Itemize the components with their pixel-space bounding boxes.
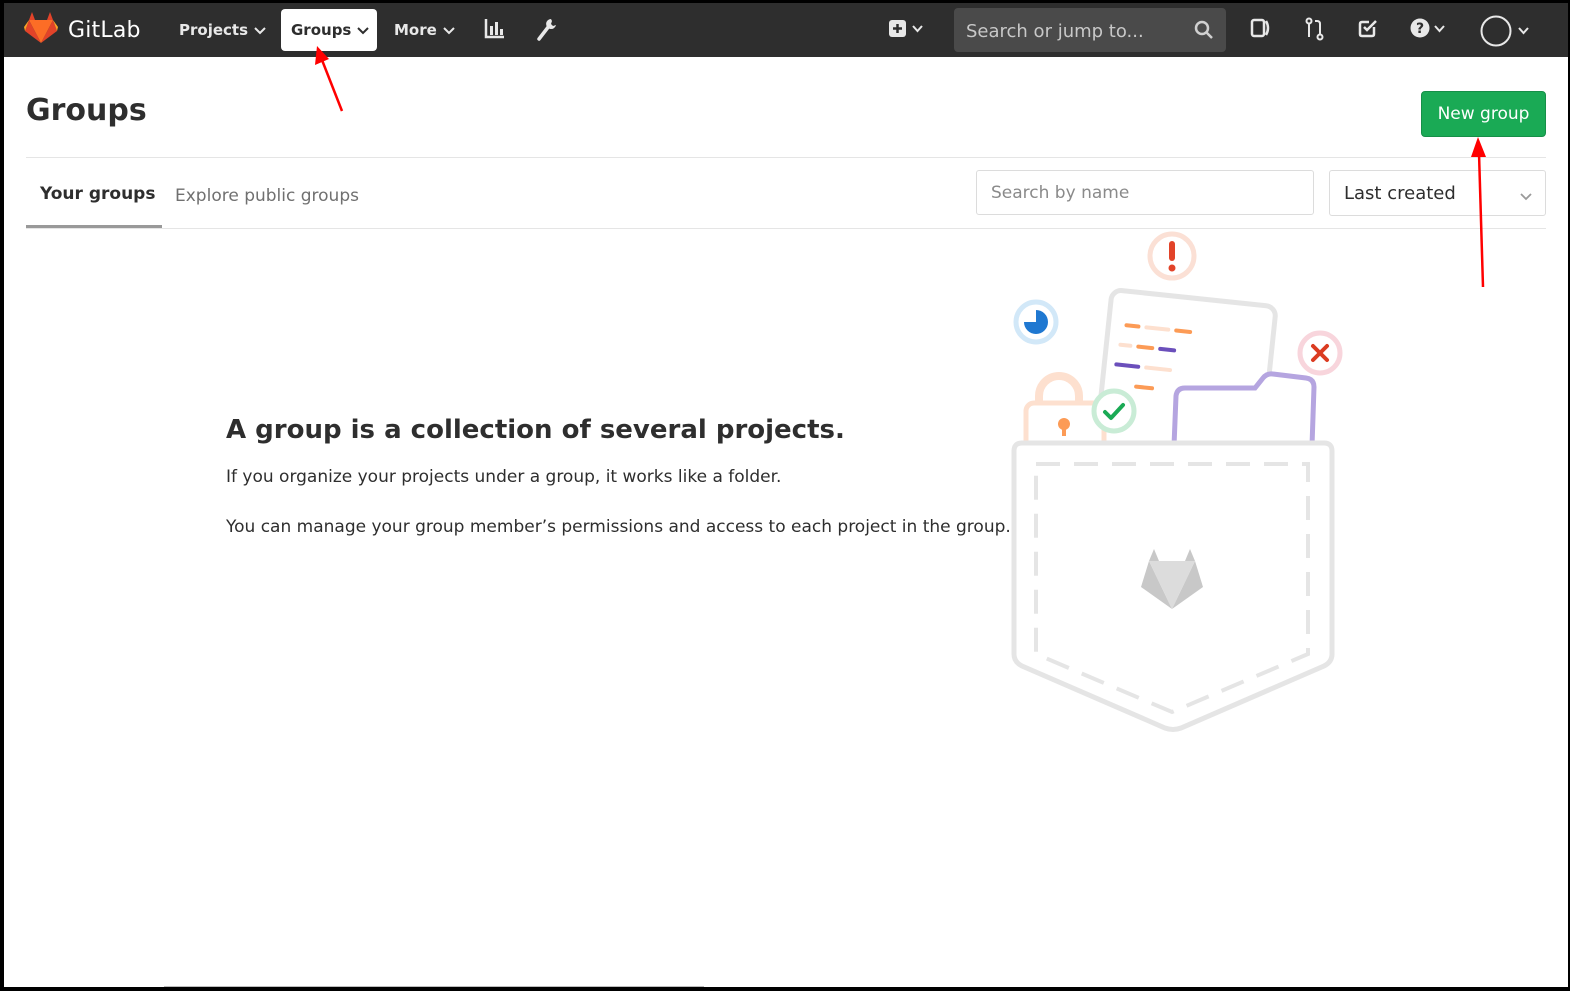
divider [26,228,1546,229]
todo-icon[interactable] [1357,17,1379,43]
nav-more-label: More [394,21,437,39]
group-search-input[interactable] [976,170,1314,215]
global-search-input[interactable] [954,8,1198,54]
new-group-button[interactable]: New group [1421,91,1546,137]
avatar-icon[interactable] [1480,14,1536,52]
gitlab-logo-icon [24,12,58,48]
pipeline-pie-icon [1013,299,1059,345]
svg-text:?: ? [1416,21,1424,37]
divider [164,986,704,987]
empty-state-title: A group is a collection of several proje… [226,415,845,445]
chevron-down-icon [254,21,266,39]
empty-state-description: If you organize your projects under a gr… [226,467,782,487]
sidebar-toggle-icon[interactable] [1250,17,1272,43]
admin-wrench-icon[interactable] [536,17,558,45]
chevron-down-icon [443,21,455,39]
tab-your-groups-label: Your groups [40,184,156,204]
brand-home-link[interactable]: GitLab [24,12,141,48]
nav-groups[interactable]: Groups [281,9,377,51]
brand-name: GitLab [68,17,141,43]
tab-your-groups[interactable]: Your groups [26,163,162,228]
nav-more[interactable]: More [384,9,465,51]
plus-square-icon[interactable] [888,19,924,43]
activity-chart-icon[interactable] [484,17,506,43]
groups-empty-illustration [1011,231,1343,732]
close-icon [1297,330,1343,376]
pocket-icon [1011,440,1335,732]
warning-icon [1147,231,1197,281]
sort-dropdown[interactable]: Last created [1329,170,1546,216]
merge-request-icon[interactable] [1304,17,1326,45]
chevron-down-icon [1519,186,1533,207]
divider [26,157,1546,158]
top-navbar: GitLab Projects Groups More Search or ju… [4,3,1568,57]
page: GitLab Projects Groups More Search or ju… [4,3,1568,987]
check-icon [1091,388,1137,434]
nav-projects[interactable]: Projects [169,9,276,51]
page-title: Groups [26,93,147,128]
tab-explore-label: Explore public groups [175,185,359,206]
sort-dropdown-label: Last created [1344,182,1456,204]
nav-projects-label: Projects [179,21,249,39]
search-icon [1194,20,1214,44]
empty-state-description: You can manage your group member’s permi… [226,517,1011,537]
nav-groups-label: Groups [291,21,352,39]
global-search[interactable] [954,8,1226,54]
tab-explore-public-groups[interactable]: Explore public groups [175,163,359,228]
chevron-down-icon [357,21,370,39]
help-icon[interactable]: ? [1410,17,1446,43]
